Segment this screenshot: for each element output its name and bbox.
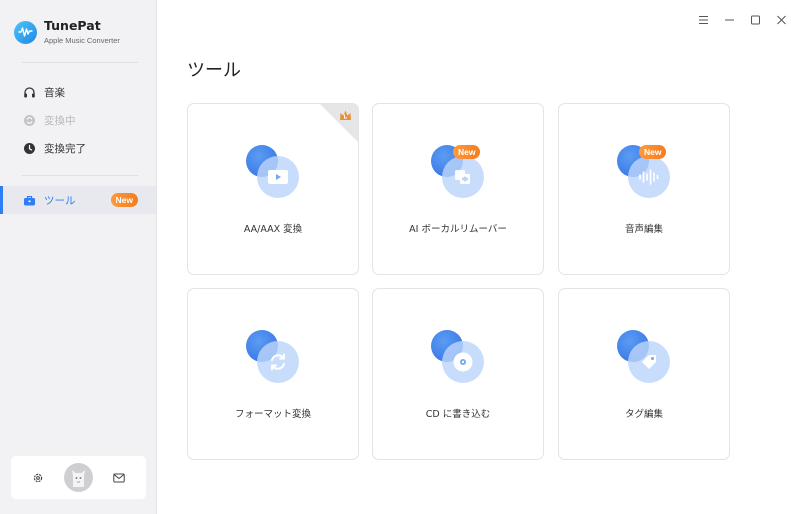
sidebar-item-label: ツール xyxy=(44,194,76,207)
app-name: TunePat xyxy=(44,18,101,33)
new-badge: New xyxy=(639,145,667,159)
sidebar-item-label: 変換完了 xyxy=(44,142,86,155)
tool-card-format-converter[interactable]: フォーマット変換 xyxy=(187,288,359,460)
sidebar-item-label: 音楽 xyxy=(44,86,65,99)
toolbox-icon xyxy=(22,193,36,207)
mail-icon[interactable] xyxy=(112,471,126,485)
page-title: ツール xyxy=(187,60,241,81)
tool-card-label: 音声編集 xyxy=(624,224,663,235)
close-icon[interactable] xyxy=(774,13,788,27)
tool-card-vocal-remover[interactable]: New AI ボーカルリムーバー xyxy=(372,103,544,275)
avatar[interactable] xyxy=(63,463,93,492)
tool-card-label: AI ボーカルリムーバー xyxy=(409,224,507,235)
converting-icon xyxy=(22,113,36,127)
brand: TunePat Apple Music Converter xyxy=(14,18,120,46)
minimize-icon[interactable] xyxy=(722,13,736,27)
new-badge: New xyxy=(110,193,138,207)
tool-card-tag-editor[interactable]: タグ編集 xyxy=(558,288,730,460)
window-controls xyxy=(696,13,788,27)
tool-card-audio-editor[interactable]: New 音声編集 xyxy=(558,103,730,275)
tunepat-logo-icon xyxy=(14,20,37,44)
tool-card-label: AA/AAX 変換 xyxy=(243,224,303,235)
sidebar-item-music[interactable]: 音楽 xyxy=(0,78,156,106)
sidebar-divider xyxy=(22,62,138,63)
tool-card-label: フォーマット変換 xyxy=(234,409,311,420)
waveform-icon xyxy=(628,156,670,198)
app-subtitle: Apple Music Converter xyxy=(44,36,120,45)
sidebar: TunePat Apple Music Converter 音楽 変換中 変換完… xyxy=(0,0,157,514)
sidebar-item-converting[interactable]: 変換中 xyxy=(0,106,156,134)
video-play-icon xyxy=(257,156,299,198)
sidebar-divider xyxy=(22,175,138,176)
gear-icon[interactable] xyxy=(31,471,45,485)
sidebar-item-label: 変換中 xyxy=(44,114,76,127)
vocal-remover-icon xyxy=(442,156,484,198)
tool-card-label: CD に書き込む xyxy=(425,409,491,420)
maximize-icon[interactable] xyxy=(748,13,762,27)
tool-card-label: タグ編集 xyxy=(624,409,663,420)
clock-icon xyxy=(22,141,36,155)
headphones-icon xyxy=(22,85,36,99)
tool-card-cd-burner[interactable]: CD に書き込む xyxy=(372,288,544,460)
disc-icon xyxy=(442,341,484,383)
tag-icon xyxy=(628,341,670,383)
sidebar-item-converted[interactable]: 変換完了 xyxy=(0,134,156,162)
sidebar-item-tools[interactable]: ツール New xyxy=(0,186,156,214)
tool-card-aa-aax[interactable]: AA/AAX 変換 xyxy=(187,103,359,275)
refresh-icon xyxy=(257,341,299,383)
menu-icon[interactable] xyxy=(696,13,710,27)
new-badge: New xyxy=(453,145,481,159)
bottom-bar xyxy=(11,456,146,499)
crown-icon xyxy=(338,108,353,123)
